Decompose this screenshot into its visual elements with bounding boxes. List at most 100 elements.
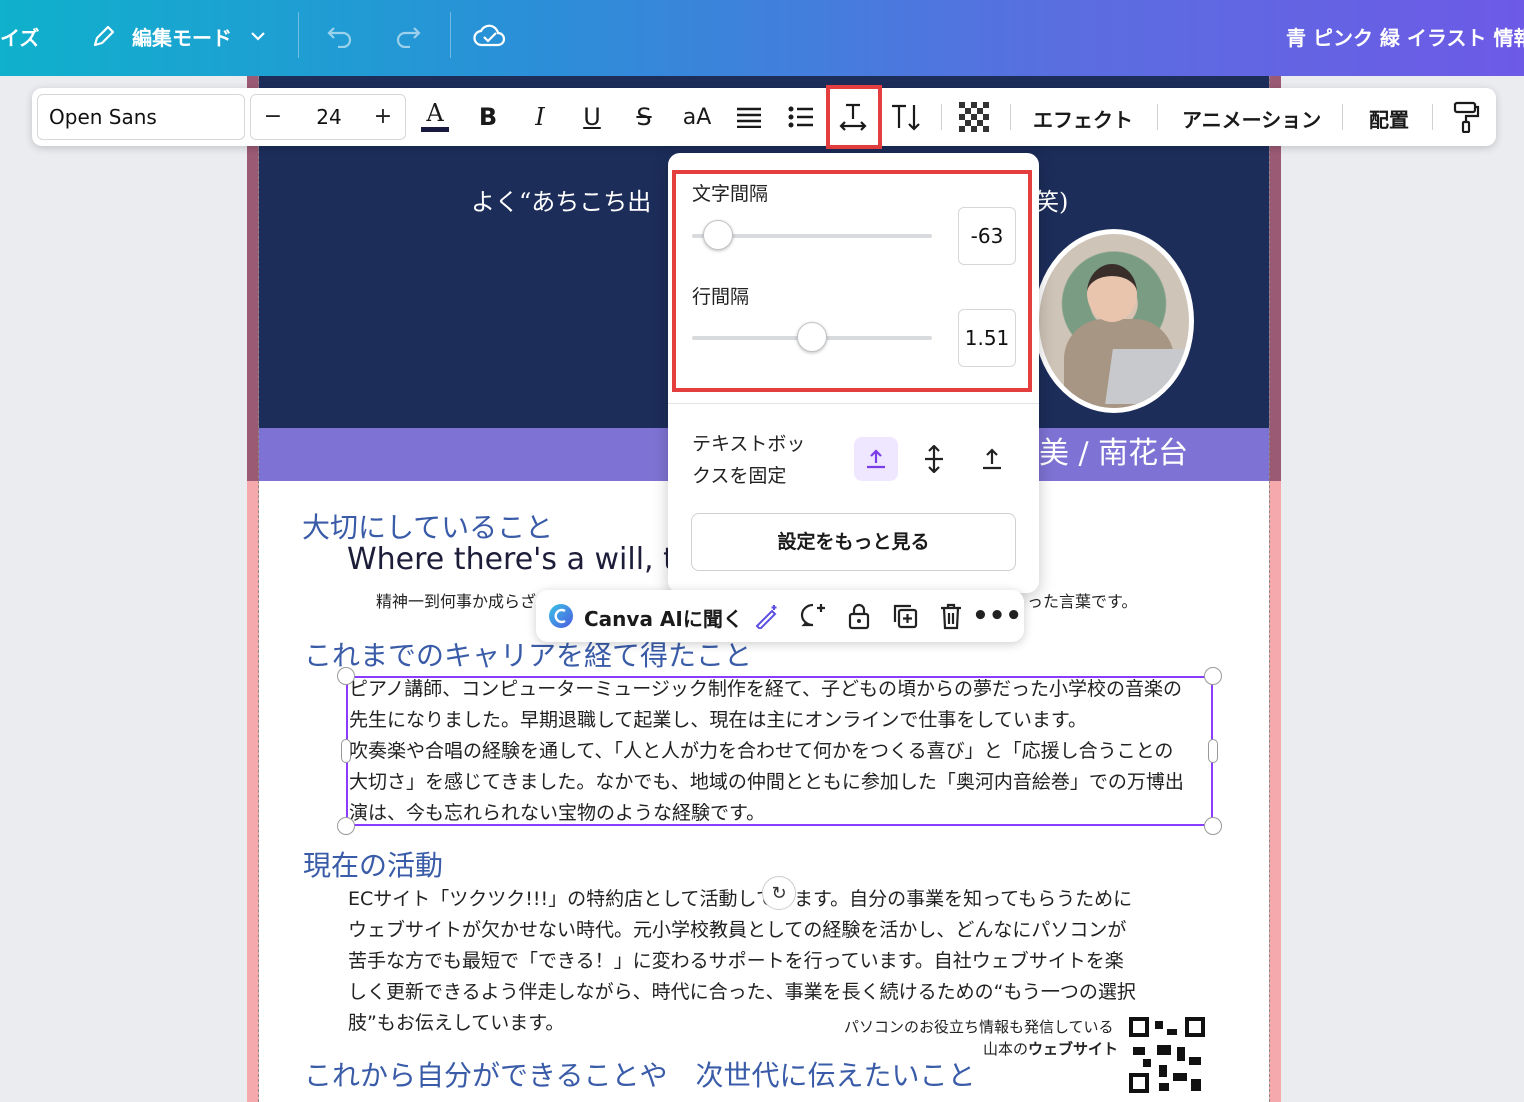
anchor-middle-button[interactable] <box>912 437 956 481</box>
profile-photo[interactable] <box>1034 229 1194 413</box>
header-subtitle-end[interactable]: 笑) <box>1035 182 1068 217</box>
qr-module <box>1177 1047 1185 1061</box>
divider <box>450 12 451 58</box>
font-size-control: − 24 + <box>250 94 406 140</box>
cloud-saved-icon[interactable] <box>472 18 508 54</box>
more-settings-button[interactable]: 設定をもっと見る <box>691 513 1016 571</box>
lock-icon[interactable] <box>842 599 876 633</box>
popup-divider <box>668 403 1039 404</box>
bold-button[interactable]: B <box>467 96 509 138</box>
bullet-list-icon[interactable] <box>780 96 822 138</box>
trash-icon[interactable] <box>934 599 968 633</box>
rotate-icon[interactable]: ↻ <box>762 876 796 910</box>
toolbar-divider <box>1432 104 1433 130</box>
toolbar-divider <box>1010 104 1011 130</box>
motto-quote[interactable]: Where there's a will, the <box>347 542 712 577</box>
anchor-label-line2: クスを固定 <box>692 465 787 487</box>
vertical-text-icon[interactable] <box>885 96 927 138</box>
activity-line: ECサイト「ツクツク!!!」の特約店として活動しています。自分の事業を知ってもら… <box>348 888 1133 910</box>
activity-line: 苦手な方でも最短で「できる！」に変わるサポートを行っています。自社ウェブサイトを… <box>348 950 1124 972</box>
underline-button[interactable]: U <box>571 96 613 138</box>
text-color-icon: A <box>426 99 444 127</box>
anchor-bottom-button[interactable] <box>970 437 1014 481</box>
qr-finder <box>1185 1017 1205 1037</box>
text-selection-box[interactable] <box>346 676 1213 826</box>
edit-mode-button[interactable]: 編集モード <box>132 22 232 51</box>
duplicate-icon[interactable] <box>888 599 922 633</box>
qr-caption-line2[interactable]: 山本のウェブサイト <box>983 1038 1118 1059</box>
header-subtitle[interactable]: よく“あちこち出 <box>471 182 651 217</box>
font-size-input[interactable]: 24 <box>299 95 359 139</box>
activity-line: しく更新できるよう伴走しながら、時代に合った、事業を長く続けるための“もう一つの… <box>348 981 1136 1003</box>
font-family-select[interactable]: Open Sans <box>37 94 245 140</box>
divider <box>298 12 299 58</box>
strikethrough-button[interactable]: S <box>623 96 665 138</box>
margin-guide-right <box>1269 76 1270 1102</box>
align-justify-icon[interactable] <box>728 96 770 138</box>
redo-icon[interactable] <box>390 18 426 54</box>
magic-edit-icon[interactable] <box>750 599 784 633</box>
qr-finder <box>1129 1073 1149 1093</box>
qr-module <box>1143 1059 1151 1067</box>
chevron-down-icon[interactable] <box>240 18 276 54</box>
more-options-icon[interactable]: ••• <box>972 599 1022 633</box>
header-name[interactable]: 美 / 南花台 <box>1039 428 1188 472</box>
highlight-spacing-button <box>826 85 882 149</box>
toolbar-divider <box>1342 104 1343 130</box>
section-heading-activity[interactable]: 現在の活動 <box>303 844 443 884</box>
paint-roller-icon[interactable] <box>1446 96 1488 138</box>
qr-module <box>1191 1079 1201 1091</box>
margin-guide-left <box>258 76 259 1102</box>
top-bar: イズ 編集モード 青 ピンク 緑 イラスト 情報 <box>0 0 1524 76</box>
increase-size-button[interactable]: + <box>363 95 403 139</box>
qr-module <box>1159 1065 1167 1077</box>
qr-module <box>1173 1073 1187 1081</box>
effects-button[interactable]: エフェクト <box>1033 104 1133 133</box>
toolbar-divider <box>1157 104 1158 130</box>
element-action-bar: Canva AIに聞く ••• <box>536 590 1024 642</box>
text-toolbar: Open Sans − 24 + A B I U S aA エフェクト アニメー… <box>32 88 1496 146</box>
resize-handle-top-right[interactable] <box>1204 667 1222 685</box>
toolbar-divider <box>941 104 942 130</box>
resize-handle-right[interactable] <box>1208 739 1218 763</box>
undo-icon[interactable] <box>322 18 358 54</box>
animation-button[interactable]: アニメーション <box>1182 104 1321 133</box>
qr-code[interactable] <box>1129 1017 1207 1095</box>
qr-module <box>1155 1021 1163 1029</box>
resize-menu-fragment[interactable]: イズ <box>0 22 39 51</box>
qr-module <box>1133 1047 1145 1055</box>
qr-module <box>1159 1083 1169 1091</box>
resize-handle-top-left[interactable] <box>337 667 355 685</box>
anchor-top-button[interactable] <box>854 437 898 481</box>
motto-note[interactable]: 精神一到何事か成らざ <box>376 588 536 612</box>
add-comment-icon[interactable] <box>796 599 830 633</box>
activity-line: ウェブサイトが欠かせない時代。元小学校教員としての経験を活かし、どんなにパソコン… <box>348 919 1127 941</box>
qr-module <box>1189 1057 1201 1065</box>
ask-canva-ai-button[interactable]: Canva AIに聞く <box>584 603 743 632</box>
photo-laptop <box>1105 349 1189 404</box>
resize-handle-bottom-left[interactable] <box>337 817 355 835</box>
resize-handle-bottom-right[interactable] <box>1204 817 1222 835</box>
frame-right-bottom <box>1269 481 1281 1102</box>
qr-caption[interactable]: パソコンのお役立ち情報も発信している <box>844 1016 1114 1037</box>
text-color-swatch <box>421 127 449 132</box>
italic-button[interactable]: I <box>519 96 561 138</box>
pencil-icon <box>86 18 122 54</box>
canva-ai-icon[interactable] <box>544 599 578 633</box>
document-title[interactable]: 青 ピンク 緑 イラスト 情報 <box>1286 22 1524 51</box>
position-button[interactable]: 配置 <box>1369 104 1409 133</box>
qr-module <box>1157 1045 1171 1055</box>
highlight-spacing-controls <box>672 170 1032 392</box>
resize-handle-left[interactable] <box>341 739 351 763</box>
qr-module <box>1167 1029 1177 1035</box>
qr-caption-bold: ウェブサイト <box>1028 1040 1119 1058</box>
photo-face <box>1087 264 1137 322</box>
section-heading-values[interactable]: 大切にしていること <box>302 506 553 546</box>
text-color-button[interactable]: A <box>414 96 456 138</box>
decrease-size-button[interactable]: − <box>253 95 293 139</box>
transparency-icon[interactable] <box>953 96 995 138</box>
letter-case-button[interactable]: aA <box>676 96 718 138</box>
section-heading-future[interactable]: これから自分ができることや 次世代に伝えたいこと <box>304 1054 975 1094</box>
motto-note-end[interactable]: った言葉です。 <box>1027 588 1137 612</box>
qr-caption-prefix: 山本の <box>983 1040 1029 1058</box>
